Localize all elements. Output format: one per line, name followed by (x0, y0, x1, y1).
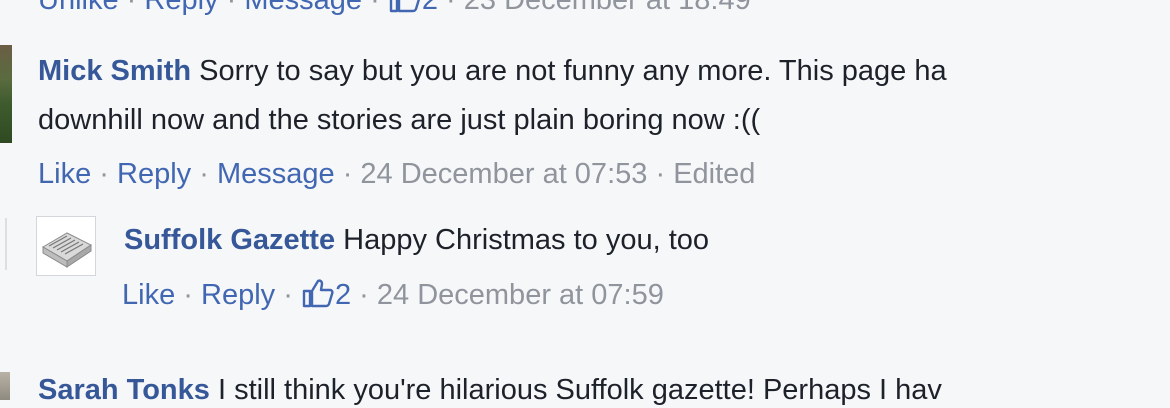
separator: · (99, 158, 109, 190)
thumbs-up-icon (389, 0, 420, 13)
separator: · (370, 0, 380, 16)
commenter-name[interactable]: Sarah Tonks (38, 374, 210, 406)
avatar[interactable] (0, 372, 10, 400)
comment-body-line: Happy Christmas to you, too (343, 224, 710, 256)
thumbs-up-icon (302, 279, 334, 308)
avatar[interactable] (0, 45, 12, 143)
edited-label[interactable]: Edited (673, 158, 755, 190)
avatar[interactable] (36, 216, 96, 276)
like-count[interactable]: 2 (388, 0, 446, 16)
comment-timestamp[interactable]: 24 December at 07:53 (360, 158, 647, 190)
newspaper-stack-icon (37, 217, 95, 275)
like-count-value: 2 (334, 279, 352, 311)
comment-timestamp[interactable]: 24 December at 07:59 (377, 279, 664, 311)
comment-text: Mick Smith Sorry to say but you are not … (38, 53, 947, 89)
like-link[interactable]: Like (38, 158, 91, 190)
comment-timestamp[interactable]: 23 December at 18:49 (464, 0, 751, 16)
separator: · (226, 0, 237, 16)
commenter-name[interactable]: Suffolk Gazette (124, 224, 335, 256)
separator: · (446, 0, 456, 16)
separator: · (655, 158, 666, 190)
comment-actions: Like · Reply · Message · 24 December at … (38, 156, 755, 192)
separator: · (126, 0, 137, 16)
reply-link[interactable]: Reply (201, 279, 275, 311)
reply-thread-line (5, 218, 7, 270)
message-link[interactable]: Message (244, 0, 362, 16)
previous-comment-actions: Unlike · Reply · Message · 2 · 23 Decemb… (38, 0, 751, 18)
like-count-value: 2 (421, 0, 438, 16)
separator: · (359, 279, 369, 311)
message-link[interactable]: Message (217, 158, 335, 190)
reply-actions: Like · Reply · 2 · 24 December at 07:59 (122, 277, 664, 313)
separator: · (342, 158, 353, 190)
like-count[interactable]: 2 (301, 279, 359, 311)
separator: · (283, 279, 293, 311)
comment-body-line: downhill now and the stories are just pl… (38, 104, 761, 136)
like-link[interactable]: Like (122, 279, 175, 311)
unlike-link[interactable]: Unlike (38, 0, 119, 16)
comment-body-line: I still think you're hilarious Suffolk g… (217, 374, 942, 406)
comment-body-line: Sorry to say but you are not funny any m… (199, 55, 947, 87)
separator: · (199, 158, 209, 190)
commenter-name[interactable]: Mick Smith (38, 55, 191, 87)
reply-text: Suffolk Gazette Happy Christmas to you, … (124, 222, 709, 258)
comment-text: Sarah Tonks I still think you're hilario… (38, 372, 942, 408)
reply-link[interactable]: Reply (144, 0, 218, 16)
separator: · (183, 279, 193, 311)
reply-link[interactable]: Reply (117, 158, 191, 190)
